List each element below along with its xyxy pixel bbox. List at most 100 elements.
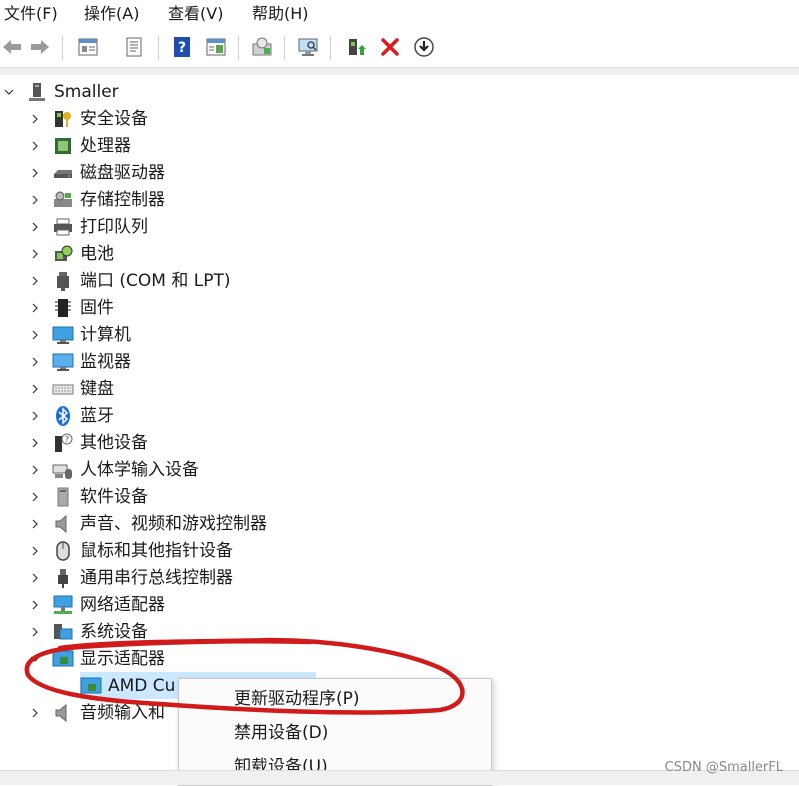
tree-item-label: 键盘 [80, 378, 114, 399]
storage-controller-icon [52, 189, 74, 211]
scan-hardware-monitor-icon[interactable] [296, 35, 320, 59]
chevron-right-icon[interactable] [28, 274, 42, 288]
bluetooth-icon [52, 405, 74, 427]
chevron-right-icon[interactable] [28, 517, 42, 531]
toolbar-divider [0, 67, 799, 75]
tree-item-label: 人体学输入设备 [80, 459, 199, 480]
tree-item-label: 处理器 [80, 135, 131, 156]
audio-io-icon [52, 702, 74, 724]
chevron-right-icon[interactable] [28, 301, 42, 315]
tree-item-label: 鼠标和其他指针设备 [80, 540, 233, 561]
uninstall-x-icon[interactable] [378, 35, 402, 59]
tree-item-processor[interactable]: 处理器 [28, 132, 131, 159]
tree-item-battery[interactable]: 电池 [28, 240, 114, 267]
menu-file[interactable]: 文件(F) [4, 3, 58, 25]
toolbar-separator [284, 36, 285, 60]
chevron-right-icon[interactable] [28, 139, 42, 153]
tree-item-label: 打印队列 [80, 216, 148, 237]
tree-item-disk-drives[interactable]: 磁盘驱动器 [28, 159, 165, 186]
tree-item-label: AMD Cu [108, 675, 176, 696]
chevron-down-icon[interactable] [2, 85, 16, 99]
svg-text:?: ? [178, 40, 186, 56]
tree-item-usb[interactable]: 通用串行总线控制器 [28, 564, 233, 591]
chevron-right-icon[interactable] [28, 166, 42, 180]
tree-item-software-devices[interactable]: 软件设备 [28, 483, 148, 510]
tree-item-label: 安全设备 [80, 108, 148, 129]
tree-item-computer[interactable]: 计算机 [28, 321, 131, 348]
battery-icon [52, 243, 74, 265]
add-legacy-hardware-icon[interactable] [344, 35, 368, 59]
tree-item-label: 声音、视频和游戏控制器 [80, 513, 267, 534]
toolbar-separator [62, 36, 63, 60]
toolbar-separator [330, 36, 331, 60]
tree-root[interactable]: Smaller [0, 78, 119, 105]
chevron-right-icon[interactable] [28, 490, 42, 504]
tree-item-label: 计算机 [80, 324, 131, 345]
svg-text:?: ? [65, 435, 69, 444]
tree-item-storage-controllers[interactable]: 存储控制器 [28, 186, 165, 213]
tree-item-bluetooth[interactable]: 蓝牙 [28, 402, 114, 429]
tree-item-hid[interactable]: 人体学输入设备 [28, 456, 199, 483]
menu-help[interactable]: 帮助(H) [252, 3, 309, 25]
chevron-right-icon[interactable] [28, 409, 42, 423]
tree-item-system-devices[interactable]: 系统设备 [28, 618, 148, 645]
update-driver-icon[interactable] [250, 35, 274, 59]
menu-action[interactable]: 操作(A) [84, 3, 139, 25]
view-pane-icon[interactable] [204, 35, 228, 59]
speaker-icon [52, 513, 74, 535]
tree-item-display-adapters[interactable]: 显示适配器 [28, 645, 165, 672]
toolbar: ? [0, 31, 799, 65]
chevron-right-icon[interactable] [28, 112, 42, 126]
tree-item-label: 音频输入和 [80, 702, 165, 723]
chevron-right-icon[interactable] [28, 355, 42, 369]
toolbar-separator [238, 36, 239, 60]
chevron-right-icon[interactable] [28, 382, 42, 396]
update-driver-menu-item[interactable]: 更新驱动程序(P) [234, 688, 360, 710]
tree-item-label: 端口 (COM 和 LPT) [80, 270, 231, 291]
download-circle-icon[interactable] [412, 35, 436, 59]
unknown-device-icon: ? [52, 432, 74, 454]
tree-item-network-adapters[interactable]: 网络适配器 [28, 591, 165, 618]
chevron-right-icon[interactable] [28, 706, 42, 720]
chevron-right-icon[interactable] [28, 193, 42, 207]
document-properties-icon[interactable] [122, 35, 146, 59]
tree-root-label: Smaller [54, 81, 119, 102]
chevron-right-icon[interactable] [28, 571, 42, 585]
tree-item-keyboards[interactable]: 键盘 [28, 375, 114, 402]
tree-item-label: 固件 [80, 297, 114, 318]
chevron-right-icon[interactable] [28, 598, 42, 612]
chevron-right-icon[interactable] [28, 436, 42, 450]
computer-tower-icon [26, 81, 48, 103]
tree-item-ports[interactable]: 端口 (COM 和 LPT) [28, 267, 231, 294]
usb-plug-icon [52, 567, 74, 589]
chevron-right-icon[interactable] [28, 544, 42, 558]
tree-item-firmware[interactable]: 固件 [28, 294, 114, 321]
properties-panel-icon[interactable] [76, 35, 100, 59]
chevron-right-icon[interactable] [28, 220, 42, 234]
disable-device-menu-item[interactable]: 禁用设备(D) [234, 722, 328, 744]
tree-item-other-devices[interactable]: ? 其他设备 [28, 429, 148, 456]
chevron-right-icon[interactable] [28, 625, 42, 639]
tree-item-mice[interactable]: 鼠标和其他指针设备 [28, 537, 233, 564]
firmware-chip-icon [52, 297, 74, 319]
help-icon[interactable]: ? [170, 35, 194, 59]
forward-arrow-icon[interactable] [28, 35, 52, 59]
tree-item-print-queues[interactable]: 打印队列 [28, 213, 148, 240]
tree-item-monitors[interactable]: 监视器 [28, 348, 131, 375]
software-device-icon [52, 486, 74, 508]
menu-view[interactable]: 查看(V) [168, 3, 223, 25]
display-adapter-icon [52, 648, 74, 670]
chevron-right-icon[interactable] [28, 463, 42, 477]
tree-item-sound-video[interactable]: 声音、视频和游戏控制器 [28, 510, 267, 537]
printer-icon [52, 216, 74, 238]
tree-item-audio-io[interactable]: 音频输入和 [28, 699, 165, 726]
chevron-right-icon[interactable] [28, 247, 42, 261]
network-adapter-icon [52, 594, 74, 616]
computer-monitor-icon [52, 324, 74, 346]
chevron-down-icon[interactable] [28, 652, 42, 666]
chevron-right-icon[interactable] [28, 328, 42, 342]
keyboard-icon [52, 378, 74, 400]
back-arrow-icon[interactable] [0, 35, 24, 59]
tree-item-security[interactable]: 安全设备 [28, 105, 148, 132]
toolbar-separator [158, 36, 159, 60]
